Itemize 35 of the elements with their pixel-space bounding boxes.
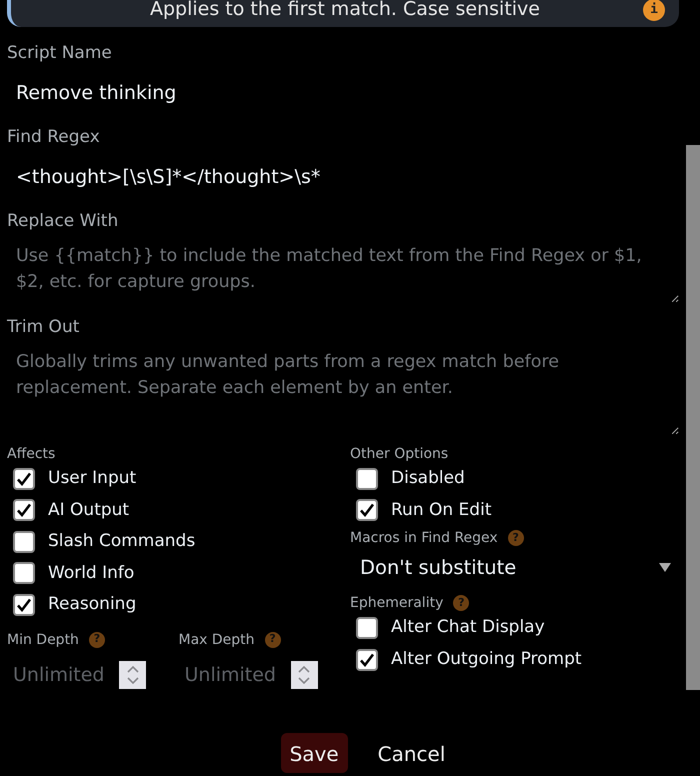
field-label: Trim Out [7,316,80,339]
field-label: Replace With [7,210,120,233]
checkbox-label: Run On Edit [391,498,492,522]
checkbox[interactable] [356,617,378,639]
checkbox-label: Alter Chat Display [391,616,545,640]
checkbox[interactable] [356,499,378,522]
spinner-icon[interactable] [290,660,318,689]
banner-text: Applies to the first match. Case sensitive [150,0,540,22]
field-label: Script Name [7,42,113,65]
save-button[interactable]: Save [280,733,348,773]
checkbox[interactable] [13,594,35,616]
checkbox[interactable] [13,562,35,584]
checkbox[interactable] [13,499,35,522]
depth-label: Max Depth [178,630,255,648]
info-icon: i [643,0,665,21]
checkbox-label: AI Output [48,498,130,522]
section-label: Macros in Find Regex [350,529,498,547]
checkbox-label: World Info [48,562,134,584]
checkbox-label: Reasoning [48,593,136,616]
section-label: Affects [7,445,56,463]
checkbox[interactable] [13,530,35,553]
caret-icon [659,563,671,572]
field-label: Find Regex [7,126,101,149]
section-label: Other Options [350,445,450,463]
section-label: Ephemerality [350,594,444,612]
cancel-button[interactable]: Cancel [368,733,456,773]
checkbox[interactable] [13,468,35,490]
checkbox[interactable] [356,468,378,490]
depth-label: Min Depth [7,630,79,648]
checkbox-label: Disabled [391,467,465,490]
select-dropdown[interactable]: Don't substitute [350,547,679,588]
checkbox-label: User Input [48,467,136,490]
checkbox-label: Alter Outgoing Prompt [391,648,582,671]
checkbox-label: Slash Commands [48,530,196,553]
checkbox[interactable] [356,648,378,670]
